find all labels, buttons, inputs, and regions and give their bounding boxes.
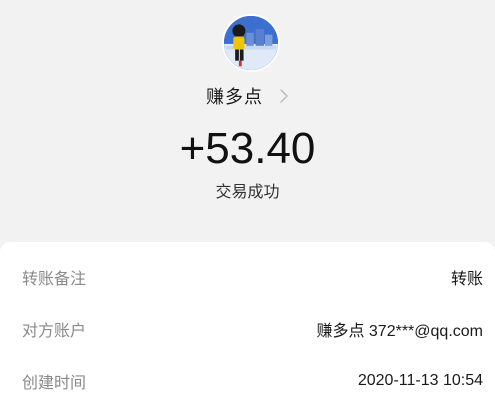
transaction-status: 交易成功 (215, 182, 280, 201)
payee-row[interactable]: 赚多点 (0, 82, 495, 110)
transaction-amount: +53.40 (179, 124, 316, 173)
detail-label: 创建时间 (22, 373, 87, 392)
detail-row-account: 对方账户 赚多点 372***@qq.com (22, 314, 483, 344)
detail-label: 转账备注 (22, 269, 87, 288)
payee-name: 赚多点 (206, 87, 263, 108)
detail-row-created-time: 创建时间 2020-11-13 10:54 (22, 366, 483, 396)
detail-value: 赚多点 372***@qq.com (316, 323, 483, 340)
payee-avatar[interactable] (222, 14, 280, 72)
cartoon-avatar-icon (224, 16, 278, 70)
details-card: 转账备注 转账 对方账户 赚多点 372***@qq.com 创建时间 2020… (0, 242, 495, 410)
chevron-right-icon (280, 89, 288, 103)
transaction-detail-page: 赚多点 +53.40 交易成功 转账备注 转账 对方账户 赚多点 372***@… (0, 0, 495, 410)
detail-value: 转账 (450, 271, 483, 288)
detail-label: 对方账户 (22, 321, 87, 340)
detail-row-remark: 转账备注 转账 (22, 262, 483, 292)
detail-value: 2020-11-13 10:54 (357, 372, 483, 389)
